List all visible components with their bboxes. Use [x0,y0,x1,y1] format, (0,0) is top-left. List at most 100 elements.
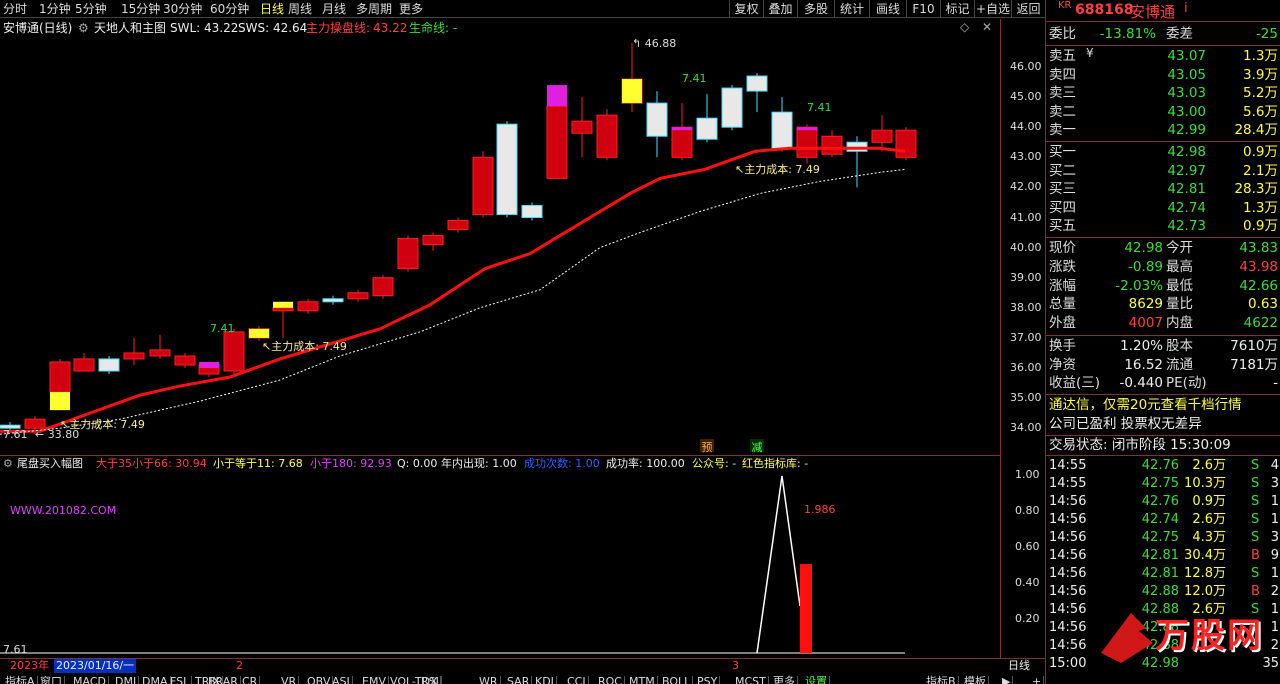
kline-chart[interactable] [0,37,1000,447]
candle-body [472,156,494,215]
ask-label: 卖二 [1049,103,1076,120]
sub-indicator-chart[interactable] [0,472,1000,658]
indicator-tab-18[interactable]: CCI [565,676,589,684]
toolbar-button-1[interactable]: 叠加 [763,0,797,18]
bid-label: 买五 [1049,218,1076,235]
indicator-tab-17[interactable]: KDJ [533,676,557,684]
period-tab-7[interactable]: 周线 [288,0,312,18]
indicator-tab-14[interactable]: RSI [419,676,442,684]
tick-side: S [1251,530,1260,545]
price-tick-label: 37.00 [1010,330,1042,344]
sub-tick-label: 0.60 [1015,540,1040,553]
indicator-right-tab-0[interactable]: 指标B [924,676,959,684]
toolbar-button-3[interactable]: 统计 [834,0,869,18]
stat-value: 43.98 [1239,258,1278,275]
market-prefix: KR [1058,0,1072,11]
indicator-tab-19[interactable]: ROC [596,676,625,684]
candle-body [123,352,145,360]
indicator-tab-4[interactable]: DMA [140,676,171,684]
indicator-name[interactable]: 天地人和主图 [94,19,166,37]
logo-mark-icon [1101,613,1153,663]
toolbar-button-8[interactable]: 返回 [1011,0,1045,18]
period-tab-3[interactable]: 15分钟 [121,0,160,18]
bid-volume: 2.1万 [1243,162,1278,179]
indicator-tab-5[interactable]: FSL [168,676,193,684]
sub-gear-icon[interactable]: ⚙ [3,456,13,472]
price-tick-label: 34.00 [1010,421,1042,435]
toolbar-button-0[interactable]: 复权 [729,0,763,18]
period-tab-2[interactable]: 5分钟 [75,0,107,18]
info-icon[interactable]: i [1184,1,1188,16]
toolbar-button-5[interactable]: F10 [906,0,940,18]
period-tab-4[interactable]: 30分钟 [163,0,202,18]
indicator-tab-8[interactable]: CR [240,676,261,684]
indicator-gear-icon[interactable]: ⚙ [78,19,89,37]
period-tab-6[interactable]: 日线 [260,0,284,18]
candle-body [322,298,344,303]
quote-row: 通达信，仅需20元查看千档行情 [1046,396,1280,415]
zhuli-value: 43.22 [373,21,408,35]
indicator-right-tab-1[interactable]: 模板 [962,676,989,684]
sub-title[interactable]: 尾盘买入幅图 [17,456,83,472]
chevron-icon[interactable]: ◇ [960,20,969,34]
quote-row: 总量 8629 量比 0.63 [1046,295,1280,314]
candle-body [447,220,469,231]
indicator-tab-12[interactable]: EMV [360,676,389,684]
period-label[interactable]: 日线 [1008,659,1030,673]
sub-tick-label: 0.80 [1015,504,1040,517]
indicator-tab-9[interactable]: VR [279,676,300,684]
toolbar-button-4[interactable]: 画线 [869,0,906,18]
candle-body [272,307,294,312]
add-tab-icon[interactable]: + [1030,676,1045,684]
indicator-tab-22[interactable]: PSY [695,676,721,684]
indicator-tab-25[interactable]: 设置 [803,676,830,684]
quote-row: 外盘 4007 内盘 4622 [1046,314,1280,333]
close-icon[interactable]: ✕ [982,20,992,34]
sub-chart-header: ⚙ 尾盘买入幅图 大于35小于66: 30.94 小于等于11: 7.68 小于… [0,456,1000,472]
candle-body [746,75,768,92]
indicator-tab-0[interactable]: 指标A [3,676,38,684]
stat2-value: 7181万 [1230,356,1278,373]
ask-volume: 1.3万 [1243,48,1278,64]
indicator-tab-1[interactable]: 窗口 [38,676,65,684]
scroll-right-icon[interactable]: ▶ [1000,676,1014,684]
indicator-tab-16[interactable]: SAR [505,676,533,684]
quote-row: 净资 16.52 流通 7181万 [1046,356,1280,375]
period-tab-1[interactable]: 1分钟 [39,0,71,18]
low-left-value: 7.61 [3,428,28,441]
tick-side: S [1251,512,1260,527]
tick-volume: 12.8万 [1184,566,1226,581]
quote-row: 换手 1.20% 股本 7610万 [1046,337,1280,356]
indicator-tab-15[interactable]: WR [477,676,501,684]
indicator-tab-24[interactable]: 更多 [771,676,798,684]
period-tab-8[interactable]: 月线 [322,0,346,18]
num-label-1: 7.41 [210,322,235,335]
toolbar-button-7[interactable]: +自选 [974,0,1011,18]
tick-price: 42.81 [1141,548,1179,563]
period-tab-9[interactable]: 多周期 [356,0,392,18]
period-tab-10[interactable]: 更多 [399,0,423,18]
stat-value: 42.98 [1124,240,1163,256]
indicator-tab-2[interactable]: MACD [71,676,109,684]
candle-body [821,135,843,155]
profit-line: 公司已盈利 投票权无差异 [1049,416,1202,432]
candle-body [696,117,718,140]
period-tab-5[interactable]: 60分钟 [210,0,249,18]
month-3: 3 [732,659,739,672]
candle-body [149,349,171,357]
toolbar-button-2[interactable]: 多股 [797,0,834,18]
price-tick-label: 42.00 [1010,180,1042,194]
indicator-tab-7[interactable]: BRAR [206,676,241,684]
sub-param-8: 公众号: - [692,457,737,470]
quote-row: 交易状态: 闭市阶段 15:30:09 [1046,436,1280,455]
stat-value: 4007 [1128,315,1163,332]
stat-label: 外盘 [1049,315,1076,332]
indicator-tab-11[interactable]: ASI [330,676,353,684]
period-tab-0[interactable]: 分时 [3,0,27,18]
indicator-tab-23[interactable]: MCST [733,676,769,684]
indicator-tab-3[interactable]: DMI [113,676,140,684]
toolbar-button-6[interactable]: 标记 [940,0,974,18]
indicator-tab-21[interactable]: BOLL [660,676,694,684]
indicator-tab-20[interactable]: MTM [627,676,658,684]
yen-icon: ¥ [1086,46,1094,60]
